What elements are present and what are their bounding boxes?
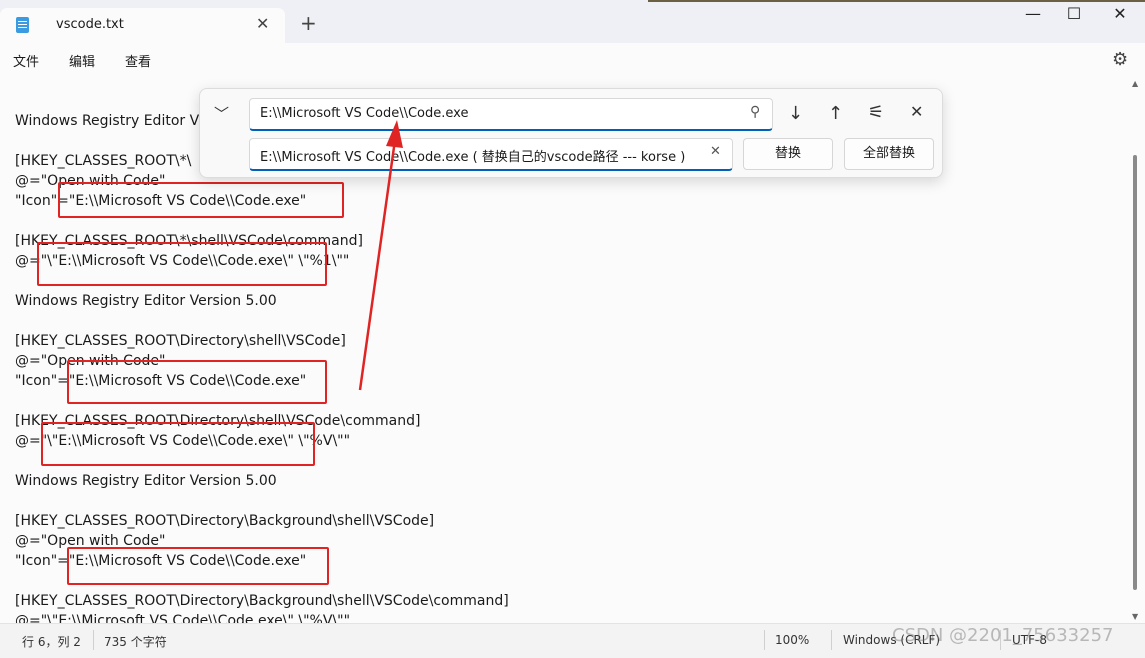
editor-line: Windows Registry Editor Version 5.00: [15, 293, 277, 309]
scroll-up-icon[interactable]: ▲: [1132, 79, 1138, 88]
editor-line: [HKEY_CLASSES_ROOT\*\: [15, 153, 192, 169]
tab-vscode-txt[interactable]: vscode.txt ✕: [0, 8, 285, 43]
close-window-button[interactable]: ✕: [1097, 4, 1143, 23]
editor-line: [HKEY_CLASSES_ROOT\Directory\Background\…: [15, 593, 509, 609]
annotation-box: [67, 547, 329, 585]
settings-gear-icon[interactable]: ⚙: [1112, 49, 1128, 70]
cursor-position: 行 6，列 2: [22, 635, 81, 649]
close-find-icon[interactable]: ✕: [910, 102, 923, 121]
menu-edit[interactable]: 编辑: [69, 51, 95, 70]
search-options-icon[interactable]: ⚟: [868, 102, 884, 123]
editor-line: Windows Registry Editor Version 5.00: [15, 473, 277, 489]
maximize-button[interactable]: ☐: [1051, 4, 1097, 23]
zoom-level[interactable]: 100%: [775, 633, 809, 647]
annotation-box: [37, 242, 327, 286]
editor-line: [HKEY_CLASSES_ROOT\Directory\Background\…: [15, 513, 435, 529]
editor-line: @="\"E:\\Microsoft VS Code\\Code.exe\" \…: [15, 613, 351, 623]
find-next-arrow-down-icon[interactable]: ↓: [788, 103, 803, 124]
annotation-box: [67, 360, 327, 404]
status-divider: [93, 630, 94, 650]
search-icon[interactable]: ⚲: [750, 104, 760, 120]
replace-button[interactable]: 替换: [743, 138, 833, 170]
title-bar: vscode.txt ✕ + — ☐ ✕: [0, 0, 1145, 43]
new-tab-button[interactable]: +: [300, 13, 317, 33]
collapse-chevron-icon[interactable]: ﹀: [214, 103, 229, 124]
character-count: 735 个字符: [104, 635, 167, 649]
find-input-value: E:\\Microsoft VS Code\\Code.exe: [260, 106, 469, 121]
editor-line: [HKEY_CLASSES_ROOT\Directory\shell\VSCod…: [15, 333, 346, 349]
annotation-box: [58, 182, 344, 218]
menu-file[interactable]: 文件: [13, 51, 39, 70]
clear-input-icon[interactable]: ✕: [710, 144, 721, 159]
vertical-scrollbar[interactable]: ▲ ▼: [1128, 77, 1145, 623]
csdn-watermark: CSDN @2201_75633257: [892, 625, 1114, 646]
menu-bar: 文件 编辑 查看 ⚙: [0, 43, 1145, 77]
status-divider: [831, 630, 832, 650]
status-divider: [764, 630, 765, 650]
tab-title: vscode.txt: [56, 17, 124, 32]
tab-close-icon[interactable]: ✕: [256, 14, 269, 33]
menu-view[interactable]: 查看: [125, 51, 151, 70]
title-bar-strip: [648, 0, 1145, 2]
replace-input[interactable]: E:\\Microsoft VS Code\\Code.exe ( 替换自己的v…: [249, 138, 733, 171]
editor-line: Windows Registry Editor V: [15, 113, 200, 129]
find-replace-panel: ﹀ E:\\Microsoft VS Code\\Code.exe ⚲ ↓ ↑ …: [199, 88, 943, 178]
find-input[interactable]: E:\\Microsoft VS Code\\Code.exe ⚲: [249, 98, 773, 131]
scroll-down-icon[interactable]: ▼: [1132, 612, 1138, 621]
replace-all-button[interactable]: 全部替换: [844, 138, 934, 170]
find-previous-arrow-up-icon[interactable]: ↑: [828, 103, 843, 124]
notepad-icon: [16, 17, 29, 33]
replace-input-value: E:\\Microsoft VS Code\\Code.exe ( 替换自己的v…: [260, 150, 686, 165]
scroll-thumb[interactable]: [1133, 155, 1137, 590]
minimize-button[interactable]: —: [1010, 4, 1056, 23]
annotation-box: [41, 422, 315, 466]
